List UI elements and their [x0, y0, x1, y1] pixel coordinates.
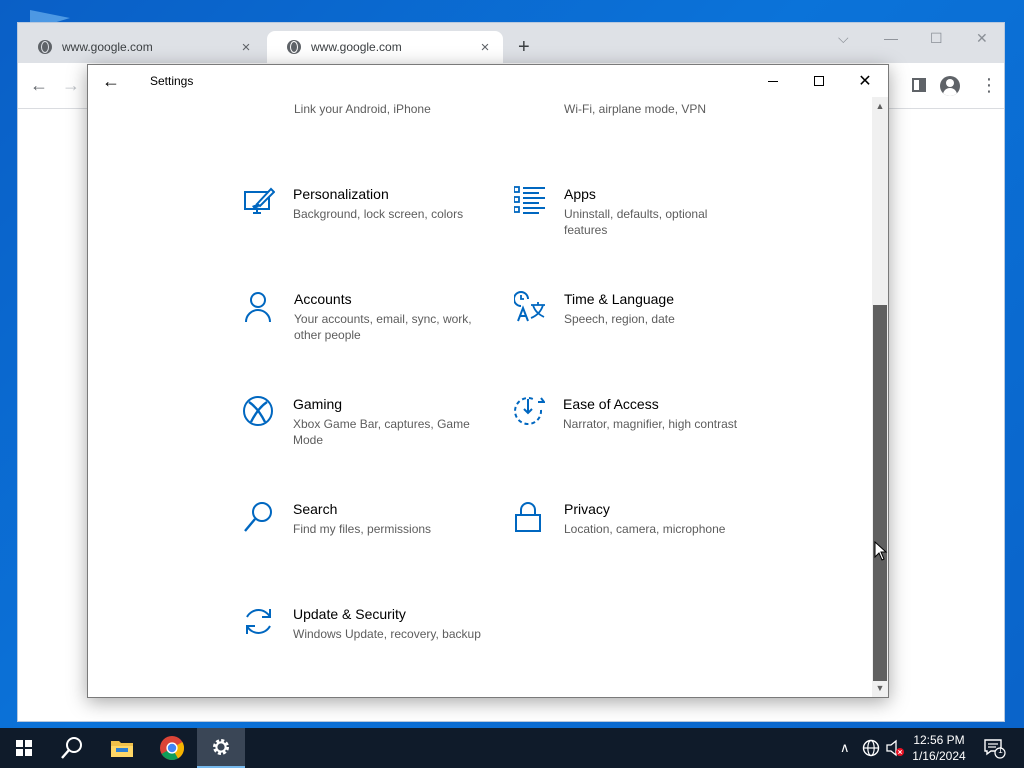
settings-item-description: Wi-Fi, airplane mode, VPN — [564, 102, 707, 116]
settings-item-accounts[interactable]: Accounts Your accounts, email, sync, wor… — [244, 291, 494, 361]
clock-time: 12:56 PM — [913, 733, 965, 747]
settings-item-update-security[interactable]: Update & Security Windows Update, recove… — [243, 606, 493, 676]
settings-item-network[interactable]: Wi-Fi, airplane mode, VPN — [514, 97, 764, 151]
scroll-up-arrow-icon[interactable]: ▲ — [872, 99, 888, 113]
chrome-menu-button[interactable]: ⋮ — [980, 73, 998, 97]
settings-item-title: Gaming — [293, 396, 343, 412]
scrollbar-thumb[interactable] — [873, 305, 887, 681]
settings-item-description: Uninstall, defaults, optional features — [564, 207, 708, 237]
settings-back-button[interactable]: ← — [102, 71, 120, 91]
settings-item-ease-of-access[interactable]: Ease of Access Narrator, magnifier, high… — [513, 396, 763, 466]
settings-item-description: Xbox Game Bar, captures, Game Mode — [293, 417, 470, 447]
clock-date: 1/16/2024 — [912, 749, 966, 763]
personalization-icon — [244, 187, 275, 214]
search-icon — [244, 502, 272, 532]
back-button[interactable]: ← — [30, 75, 48, 95]
taskbar-chrome[interactable] — [148, 728, 196, 768]
settings-item-apps[interactable]: Apps Uninstall, defaults, optional featu… — [514, 186, 764, 256]
settings-window-title: Settings — [150, 74, 194, 88]
settings-item-title: Ease of Access — [563, 396, 659, 412]
settings-item-gaming[interactable]: Gaming Xbox Game Bar, captures, Game Mod… — [243, 396, 493, 466]
taskbar-clock[interactable]: 12:56 PM 1/16/2024 — [900, 732, 978, 764]
show-hidden-icons-button[interactable]: ∧ — [840, 728, 850, 768]
settings-item-title: Privacy — [564, 501, 610, 517]
browser-tab[interactable]: www.google.com × — [18, 31, 264, 63]
settings-maximize-button[interactable] — [796, 65, 842, 97]
settings-item-time-language[interactable]: Time & Language Speech, region, date — [514, 291, 764, 361]
globe-icon — [38, 40, 52, 54]
taskbar-file-explorer[interactable] — [98, 728, 146, 768]
settings-item-description: Windows Update, recovery, backup — [293, 627, 481, 641]
maximize-icon — [814, 76, 824, 86]
tab-title: www.google.com — [311, 40, 402, 54]
settings-item-personalization[interactable]: Personalization Background, lock screen,… — [243, 186, 493, 256]
chrome-tab-strip: www.google.com × www.google.com × + ⌵ — … — [18, 23, 1004, 63]
network-globe-icon[interactable] — [862, 739, 880, 757]
settings-minimize-button[interactable] — [750, 65, 796, 97]
settings-item-description: Location, camera, microphone — [564, 522, 726, 536]
settings-item-description: Find my files, permissions — [293, 522, 432, 536]
mouse-cursor-icon — [874, 541, 888, 561]
search-icon — [61, 737, 82, 759]
settings-scrollbar[interactable]: ▲ ▼ — [872, 97, 888, 697]
settings-item-phone[interactable]: Link your Android, iPhone — [244, 97, 494, 151]
tab-title: www.google.com — [62, 40, 153, 54]
apps-icon — [514, 186, 545, 214]
time-language-icon — [514, 291, 545, 322]
ease-of-access-icon — [514, 397, 545, 425]
settings-item-search[interactable]: Search Find my files, permissions — [243, 501, 493, 571]
forward-button[interactable]: → — [62, 75, 80, 95]
tab-search-icon[interactable]: ⌵ — [838, 29, 849, 47]
taskbar-search-button[interactable] — [48, 728, 96, 768]
new-tab-button[interactable]: + — [518, 37, 530, 57]
taskbar: ∧ 12:56 PM 1/16/2024 1 — [0, 728, 1024, 768]
accounts-icon — [245, 292, 271, 323]
lock-icon — [515, 502, 541, 532]
scroll-down-arrow-icon[interactable]: ▼ — [872, 681, 888, 695]
profile-avatar-icon[interactable] — [940, 76, 960, 96]
side-panel-icon[interactable] — [912, 78, 926, 92]
chrome-icon — [160, 736, 185, 761]
settings-item-title: Time & Language — [564, 291, 674, 307]
sync-icon — [246, 609, 271, 634]
xbox-icon — [243, 396, 273, 426]
network-globe-icon — [514, 97, 546, 113]
tab-close-icon[interactable]: × — [238, 39, 254, 56]
settings-item-privacy[interactable]: Privacy Location, camera, microphone — [514, 501, 764, 571]
settings-item-description: Link your Android, iPhone — [294, 102, 431, 116]
taskbar-settings[interactable] — [197, 728, 245, 768]
settings-item-title: Accounts — [294, 291, 352, 307]
chrome-close-button[interactable]: ✕ — [976, 29, 988, 47]
action-center-button[interactable]: 1 — [982, 736, 1006, 760]
settings-item-description: Speech, region, date — [564, 312, 675, 326]
tab-close-icon[interactable]: × — [477, 39, 493, 56]
notification-count-badge: 1 — [998, 746, 1003, 755]
settings-gear-icon — [213, 739, 229, 755]
settings-item-title: Apps — [564, 186, 596, 202]
settings-close-button[interactable]: ✕ — [842, 65, 888, 97]
start-icon — [16, 740, 32, 756]
settings-item-title: Personalization — [293, 186, 389, 202]
globe-icon — [287, 40, 301, 54]
settings-item-title: Update & Security — [293, 606, 406, 622]
start-button[interactable] — [0, 728, 48, 768]
chrome-maximize-button[interactable]: ☐ — [930, 29, 943, 47]
settings-window: ← Settings ✕ Link your Android, iPhone W… — [87, 64, 889, 698]
minimize-icon — [768, 80, 778, 82]
settings-item-description: Narrator, magnifier, high contrast — [563, 417, 738, 431]
settings-category-grid: Link your Android, iPhone Wi-Fi, airplan… — [88, 97, 872, 697]
settings-item-title: Search — [293, 501, 338, 517]
file-explorer-icon — [111, 741, 133, 757]
phone-icon — [244, 97, 276, 113]
settings-titlebar: ← Settings ✕ — [88, 65, 888, 97]
chrome-minimize-button[interactable]: — — [884, 29, 898, 47]
settings-item-description: Background, lock screen, colors — [293, 207, 464, 221]
settings-item-description: Your accounts, email, sync, work, other … — [294, 312, 472, 342]
browser-tab-active[interactable]: www.google.com × — [267, 31, 503, 63]
